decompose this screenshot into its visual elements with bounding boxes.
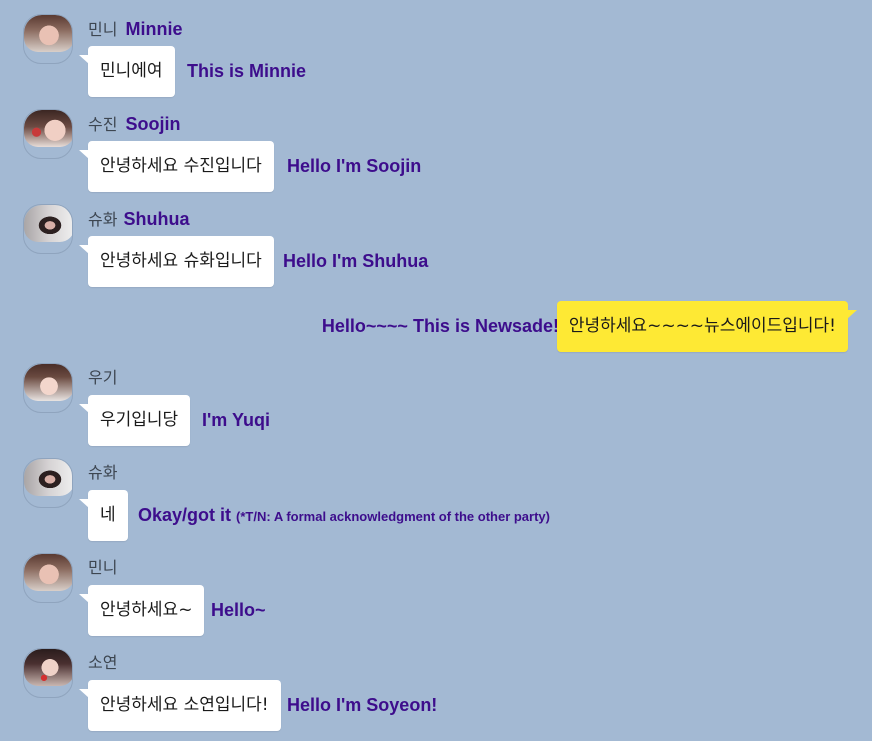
message-bubble[interactable]: 우기입니당 <box>78 395 191 446</box>
avatar-photo <box>24 364 72 401</box>
translation-text: I'm Yuqi <box>202 410 270 430</box>
avatar-soyeon[interactable] <box>23 648 73 698</box>
sender-name: 민니 <box>88 558 125 578</box>
message-bubble[interactable]: 민니에여 <box>79 46 175 97</box>
sender-name-korean: 민니 <box>88 558 118 577</box>
translation-text: Hello I'm Soyeon! <box>287 695 438 715</box>
sender-name: 민니 Minnie <box>88 19 182 40</box>
sender-name: 우기 <box>88 368 125 388</box>
sender-name-english: Minnie <box>125 19 183 39</box>
avatar-photo <box>24 15 72 52</box>
avatar-photo <box>24 459 72 496</box>
sender-name-korean: 우기 <box>88 368 118 387</box>
translation-text: Hello~ <box>211 600 266 620</box>
avatar-minnie[interactable] <box>23 553 73 603</box>
sender-name-korean: 소연 <box>88 653 118 672</box>
avatar-photo <box>24 205 72 242</box>
sender-name: 슈화 Shuhua <box>88 209 189 230</box>
sender-name-korean: 슈화 <box>88 463 118 482</box>
message-bubble[interactable]: 안녕하세요 슈화입니다 <box>79 236 274 287</box>
sender-name-korean: 민니 <box>88 20 118 39</box>
sender-name: 소연 <box>88 653 125 673</box>
avatar-photo <box>24 110 72 147</box>
translation-text: This is Minnie <box>187 61 307 81</box>
translation-main: Okay/got it <box>138 505 232 525</box>
avatar-shuhua[interactable] <box>23 458 73 508</box>
translation-text: Hello I'm Shuhua <box>283 251 429 271</box>
avatar-shuhua[interactable] <box>23 204 73 254</box>
sender-name-korean: 슈화 <box>88 210 118 229</box>
avatar-soojin[interactable] <box>23 109 73 159</box>
sender-name: 슈화 <box>88 463 125 483</box>
translator-note: (*T/N: A formal acknowledgment of the ot… <box>236 509 550 524</box>
translation-text: Hello~~~~ This is Newsade! <box>321 316 559 336</box>
message-bubble[interactable]: 안녕하세요 소연입니다! <box>79 680 281 731</box>
avatar-minnie[interactable] <box>23 14 73 64</box>
translation-text: Okay/got it (*T/N: A formal acknowledgme… <box>138 490 550 541</box>
message-bubble-outgoing[interactable]: 안녕하세요~~~~뉴스에이드입니다! <box>556 301 858 352</box>
avatar-photo <box>24 649 72 686</box>
message-bubble[interactable]: 안녕하세요 수진입니다 <box>79 141 274 192</box>
sender-name-english: Shuhua <box>123 209 190 229</box>
message-bubble[interactable]: 네 <box>79 490 128 541</box>
translation-text: Hello I'm Soojin <box>287 156 422 176</box>
avatar-photo <box>24 554 72 591</box>
message-bubble[interactable]: 안녕하세요~ <box>78 585 205 636</box>
avatar-yuqi[interactable] <box>23 363 73 413</box>
sender-name-korean: 수진 <box>88 115 118 134</box>
sender-name: 수진 Soojin <box>88 114 180 135</box>
sender-name-english: Soojin <box>125 114 181 134</box>
